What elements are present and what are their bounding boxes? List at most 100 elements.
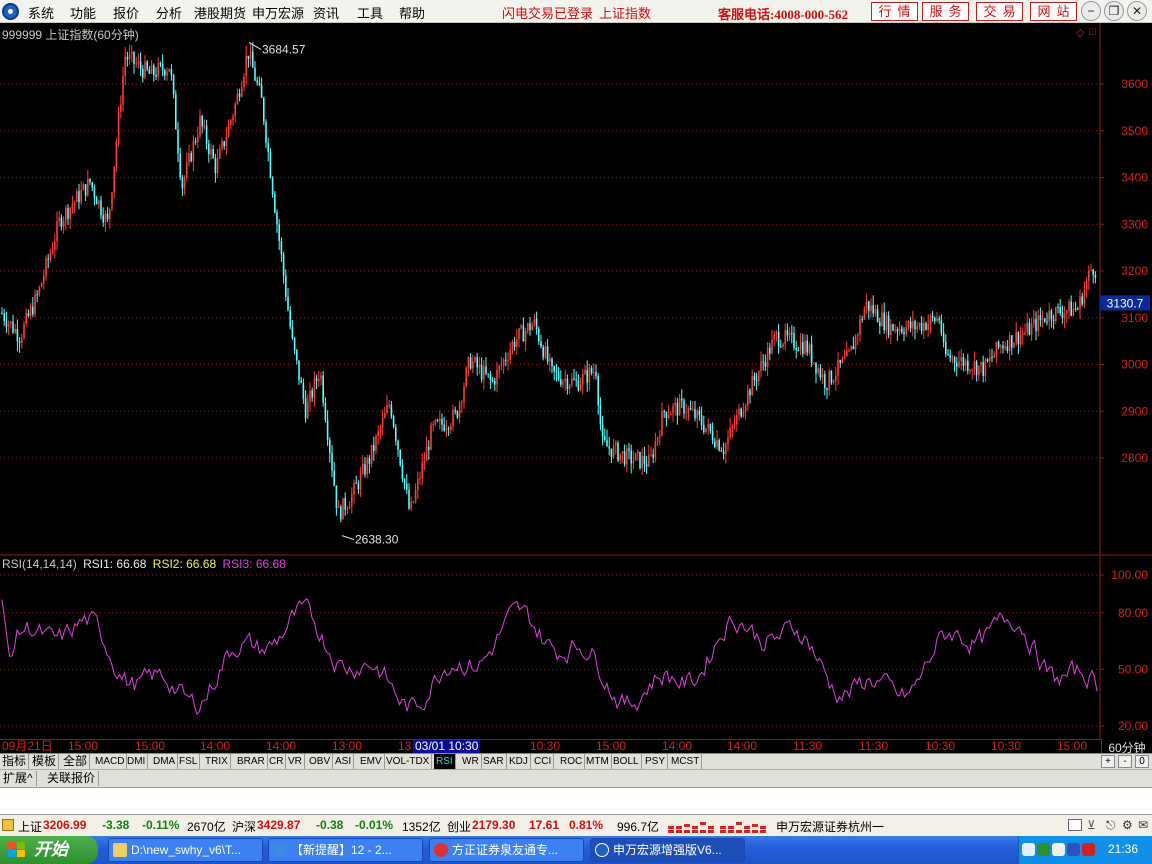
candle-body	[863, 309, 866, 320]
tab-psy[interactable]: PSY	[643, 754, 669, 769]
expand-button[interactable]: 扩展^	[0, 771, 37, 786]
tab-asi[interactable]: ASI	[333, 754, 355, 769]
date-label: 11:30	[793, 739, 823, 753]
kline-chart[interactable]: 3600 3500 3400 3300 3200 3100 3000 2900 2800 3684…	[0, 23, 1152, 739]
website-button[interactable]: 网站	[1030, 2, 1077, 21]
candle-body	[480, 364, 483, 380]
settings-icon[interactable]: ⚙	[1122, 818, 1133, 832]
candle-body	[995, 341, 998, 356]
menu-hk-futures[interactable]: 港股期货	[194, 3, 246, 22]
window-icon[interactable]: □	[1089, 26, 1096, 38]
menu-tools[interactable]: 工具	[357, 3, 383, 22]
shield-icon[interactable]	[1037, 843, 1050, 856]
date-label: 13	[398, 739, 412, 753]
tab-indicator[interactable]: 指标	[0, 754, 30, 769]
menu-help[interactable]: 帮助	[399, 3, 425, 22]
candle-body	[335, 485, 338, 509]
window-icon[interactable]	[1068, 819, 1082, 831]
taskbar-item-fangzheng[interactable]: 方正证券泉友通专...	[429, 838, 584, 862]
lock-icon[interactable]: ⎋	[1106, 818, 1116, 833]
reset-button[interactable]: 0	[1135, 755, 1149, 768]
tray-app-icon[interactable]	[1067, 843, 1080, 856]
related-quotes-tab[interactable]: 关联报价	[44, 771, 100, 786]
tab-cci[interactable]: CCI	[532, 754, 555, 769]
zoom-out-button[interactable]: -	[1118, 755, 1132, 768]
menu-analysis[interactable]: 分析	[156, 3, 182, 22]
hs-change: -0.38	[316, 818, 344, 832]
tab-macd[interactable]: MACD	[93, 754, 128, 769]
tray-arrow-icon[interactable]	[1022, 843, 1035, 856]
login-status[interactable]: 闪电交易已登录	[502, 3, 593, 22]
rsi2-value: RSI2: 66.68	[152, 557, 217, 571]
start-label: 开始	[34, 840, 68, 859]
taskbar-item-explorer[interactable]: D:\new_swhy_v6\T...	[108, 838, 263, 862]
network-icon[interactable]	[1052, 843, 1065, 856]
tab-sar[interactable]: SAR	[481, 754, 507, 769]
tab-vr[interactable]: VR	[286, 754, 305, 769]
tab-template[interactable]: 模板	[30, 754, 60, 769]
candle-body	[260, 84, 263, 98]
ticker-icon[interactable]	[2, 819, 14, 831]
rsi-tick-label: 50.00	[1118, 662, 1148, 676]
period-selector[interactable]: 60分钟	[1101, 739, 1152, 755]
tab-dmi[interactable]: DMI	[125, 754, 149, 769]
candle-body	[5, 320, 8, 327]
menu-quote[interactable]: 报价	[113, 3, 139, 22]
candle-body	[846, 350, 848, 357]
candle-body	[62, 220, 65, 227]
chart-area[interactable]: 3600 3500 3400 3300 3200 3100 3000 2900 2800 3684…	[0, 23, 1152, 739]
app-logo-icon[interactable]	[2, 3, 19, 20]
tab-boll[interactable]: BOLL	[611, 754, 642, 769]
taskbar: 开始 D:\new_swhy_v6\T... 【新提醒】12 - 2... 方正…	[0, 836, 1152, 864]
candle-body	[599, 405, 602, 425]
minimize-icon[interactable]: −	[1081, 1, 1101, 21]
candle-body	[289, 310, 291, 327]
tab-trix[interactable]: TRIX	[203, 754, 231, 769]
candle-body	[718, 440, 720, 451]
signal-icon[interactable]: ⊻	[1087, 818, 1096, 832]
quotes-button[interactable]: 行情	[871, 2, 918, 21]
menu-swhy[interactable]: 申万宏源	[252, 3, 304, 22]
tab-mcst[interactable]: MCST	[669, 754, 703, 769]
diamond-icon[interactable]: ◇	[1076, 26, 1084, 39]
date-axis: 09月21日 15:00 15:00 14:00 14:00 13:00 13 …	[0, 739, 1152, 755]
service-button[interactable]: 服务	[922, 2, 969, 21]
mail-icon[interactable]: ✉	[1138, 818, 1148, 832]
tab-emv[interactable]: EMV	[358, 754, 385, 769]
tab-wr[interactable]: WR	[460, 754, 482, 769]
candle-body	[753, 376, 756, 381]
tab-vol-tdx[interactable]: VOL-TDX	[384, 754, 433, 769]
taskbar-item-label: 【新提醒】12 - 2...	[291, 843, 392, 857]
candle-body	[813, 362, 815, 364]
close-icon[interactable]: ✕	[1127, 1, 1147, 21]
candle-body	[364, 464, 366, 475]
taskbar-item-browser[interactable]: 【新提醒】12 - 2...	[268, 838, 423, 862]
tab-cr[interactable]: CR	[267, 754, 287, 769]
candle-body	[978, 365, 980, 376]
tab-roc[interactable]: ROC	[558, 754, 586, 769]
restore-icon[interactable]: ❐	[1104, 1, 1124, 21]
trade-button[interactable]: 交易	[976, 2, 1023, 21]
tab-all[interactable]: 全部	[61, 754, 91, 769]
date-label: 15:00	[1057, 739, 1088, 753]
tray-alert-icon[interactable]	[1082, 843, 1095, 856]
candle-body	[826, 388, 828, 390]
menu-news[interactable]: 资讯	[313, 3, 339, 22]
tab-mtm[interactable]: MTM	[584, 754, 612, 769]
candle-body	[102, 215, 104, 223]
candle-body	[914, 321, 916, 330]
tab-kdj[interactable]: KDJ	[507, 754, 531, 769]
tab-rsi[interactable]: RSI	[434, 754, 456, 769]
zoom-in-button[interactable]: +	[1101, 755, 1115, 768]
candle-body	[538, 329, 540, 342]
taskbar-item-swhy[interactable]: 申万宏源增强版V6...	[590, 838, 745, 862]
menu-system[interactable]: 系统	[28, 3, 54, 22]
tab-dma[interactable]: DMA	[151, 754, 179, 769]
tab-brar[interactable]: BRAR	[235, 754, 268, 769]
menu-function[interactable]: 功能	[70, 3, 96, 22]
candle-body	[78, 191, 80, 203]
tab-fsl[interactable]: FSL	[177, 754, 201, 769]
candle-body	[542, 346, 544, 358]
start-button[interactable]: 开始	[0, 836, 98, 864]
tab-obv[interactable]: OBV	[307, 754, 334, 769]
